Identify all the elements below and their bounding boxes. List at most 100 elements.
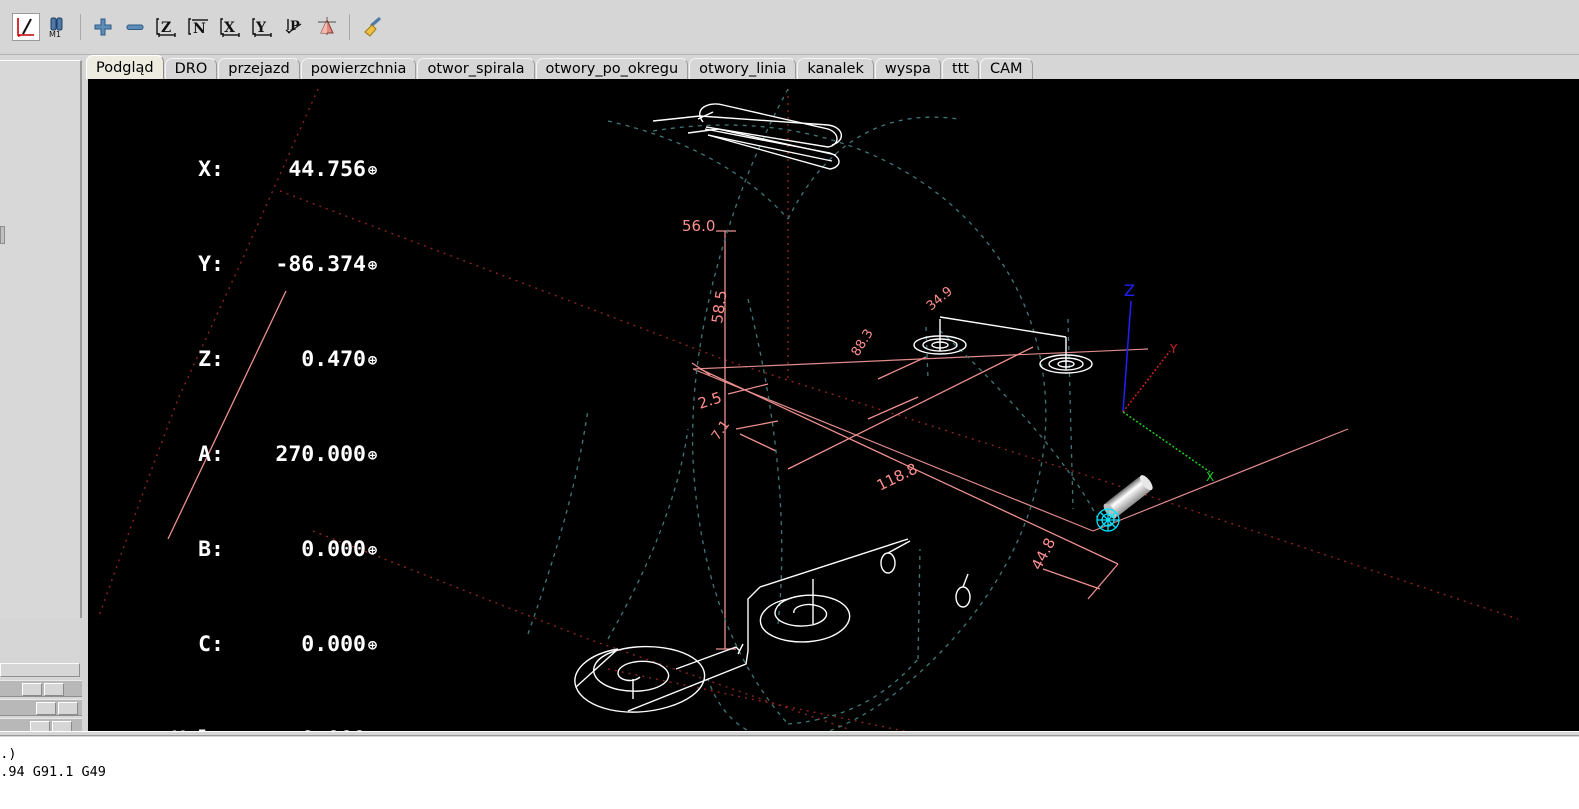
- dro-axis-value: 0.000: [224, 724, 366, 731]
- dim-34-9-label: 34.9: [924, 284, 956, 314]
- dro-axis-label: C:: [198, 632, 224, 657]
- dro-origin-marker-icon: ⊕: [368, 541, 378, 559]
- main-toolbar: M1 Z N X Y P: [0, 0, 1579, 55]
- dro-readout: X: 44.756 ⊕ Y: -86.374 ⊕ Z: 0.470 ⊕ A: 2…: [128, 92, 384, 731]
- dro-origin-marker-icon: ⊕: [368, 446, 378, 464]
- svg-text:Z: Z: [161, 20, 171, 36]
- view-y-button[interactable]: Y: [249, 13, 277, 41]
- dro-axis-value: 270.000: [275, 442, 366, 467]
- axis-z-icon: Z: [155, 16, 179, 38]
- status-separator: [0, 731, 1579, 736]
- dro-axis-value: 44.756: [288, 157, 366, 182]
- gizmo-y-label: Y: [1169, 342, 1178, 356]
- zoom-out-button[interactable]: [121, 13, 149, 41]
- tab-dro[interactable]: DRO: [164, 58, 218, 79]
- axis-x-icon: X: [219, 16, 243, 38]
- dro-axis-value: 0.470: [301, 347, 366, 372]
- part-outline: [787, 548, 921, 725]
- dro-axis-label: B:: [198, 537, 224, 562]
- tab-otwory-linia[interactable]: otwory_linia: [689, 58, 797, 79]
- feed-moves: [574, 103, 1093, 713]
- axis-p-icon: P: [283, 16, 307, 38]
- dimension-labels: 56.0 58.5 2.5 88.3 34.9 118.8 44.8 7.1: [682, 217, 1059, 573]
- tab-otwory-po-okregu[interactable]: otwory_po_okregu: [535, 58, 689, 79]
- tab-podglad[interactable]: Podgląd: [86, 55, 164, 79]
- dro-origin-marker-icon: ⊕: [368, 636, 378, 654]
- program-list-pane[interactable]: [0, 60, 82, 618]
- svg-text:X: X: [224, 20, 235, 36]
- gcode-preview-canvas[interactable]: 56.0 58.5 2.5 88.3 34.9 118.8 44.8 7.1 Z…: [88, 79, 1579, 731]
- dro-origin-marker-icon: ⊕: [368, 256, 378, 274]
- dro-axis-label: Y:: [198, 252, 224, 277]
- dro-row-vel: Vel: 0.000: [128, 724, 384, 731]
- dro-row-c: C: 0.000 ⊕: [128, 629, 384, 662]
- control-button[interactable]: [44, 683, 64, 696]
- dim-58-5-label: 58.5: [708, 289, 730, 325]
- dim-88-3-label: 88.3: [849, 327, 877, 360]
- dim-118-8-label: 118.8: [874, 460, 920, 495]
- control-row[interactable]: [0, 680, 82, 697]
- tab-wyspa[interactable]: wyspa: [874, 58, 941, 79]
- svg-text:N: N: [193, 21, 206, 37]
- zoom-in-button[interactable]: [89, 13, 117, 41]
- tab-ttt[interactable]: ttt: [941, 58, 979, 79]
- view-z-button[interactable]: Z: [153, 13, 181, 41]
- control-row[interactable]: [0, 699, 82, 716]
- gcode-active-lines: ...) ...94 G91.1 G49: [0, 745, 106, 781]
- tab-kanalek[interactable]: kanalek: [797, 58, 874, 79]
- dro-row-x: X: 44.756 ⊕: [128, 154, 384, 187]
- dim-44-8-label: 44.8: [1028, 535, 1060, 573]
- view-perspective-button[interactable]: P: [281, 13, 309, 41]
- dro-axis-label: X:: [198, 157, 224, 182]
- dro-axis-label: Vel:: [128, 724, 224, 731]
- dro-row-y: Y: -86.374 ⊕: [128, 249, 384, 282]
- tab-powierzchnia[interactable]: powierzchnia: [300, 58, 417, 79]
- tab-otwor-spirala[interactable]: otwor_spirala: [417, 58, 535, 79]
- toggle-tool-cone-button[interactable]: [313, 13, 341, 41]
- pane-resize-handle[interactable]: [0, 226, 5, 244]
- gcode-status-area[interactable]: ...) ...94 G91.1 G49: [0, 737, 1579, 809]
- tab-cam[interactable]: CAM: [980, 58, 1033, 79]
- axis-z-rotated-icon: N: [187, 16, 211, 38]
- program-view-icon: [15, 16, 37, 38]
- plus-icon: [92, 16, 114, 38]
- dro-origin-marker-icon: ⊕: [368, 161, 378, 179]
- gcode-line-2: ...94 G91.1 G49: [0, 764, 106, 780]
- svg-text:Y: Y: [255, 20, 267, 36]
- left-side-panel: [0, 55, 84, 773]
- svg-text:M1: M1: [49, 30, 61, 38]
- dro-row-z: Z: 0.470 ⊕: [128, 344, 384, 377]
- tool-offsets-button[interactable]: M1: [44, 13, 72, 41]
- gizmo-z-label: Z: [1124, 281, 1135, 300]
- dim-7-1-label: 7.1: [709, 418, 733, 444]
- toggle-program-view-button[interactable]: [12, 13, 40, 41]
- tool-cone-icon: [315, 16, 339, 38]
- tool-m1-icon: M1: [47, 16, 69, 38]
- dro-axis-value: 0.000: [301, 632, 366, 657]
- view-z-rotated-button[interactable]: N: [185, 13, 213, 41]
- view-x-button[interactable]: X: [217, 13, 245, 41]
- svg-text:P: P: [290, 19, 300, 34]
- gizmo-x-label: X: [1206, 470, 1214, 484]
- dro-axis-value: -86.374: [275, 252, 366, 277]
- clear-backplot-button[interactable]: [358, 13, 386, 41]
- axis-orientation-gizmo: Z Y X: [1122, 281, 1214, 484]
- tab-przejazd[interactable]: przejazd: [218, 58, 300, 79]
- axis-y-icon: Y: [251, 16, 275, 38]
- dro-axis-value: 0.000: [301, 537, 366, 562]
- dro-axis-label: Z:: [198, 347, 224, 372]
- dro-origin-marker-icon: ⊕: [368, 351, 378, 369]
- broom-icon: [360, 16, 384, 38]
- dim-2-5-label: 2.5: [696, 388, 724, 412]
- control-button[interactable]: [36, 702, 56, 715]
- toolbar-separator-2: [349, 14, 350, 40]
- rapid-moves: [527, 88, 1099, 731]
- control-button[interactable]: [22, 683, 42, 696]
- dro-row-a: A: 270.000 ⊕: [128, 439, 384, 472]
- dim-56-0-label: 56.0: [682, 217, 715, 235]
- minus-icon: [124, 16, 146, 38]
- tab-bar: Podgląd DRO przejazd powierzchnia otwor_…: [86, 55, 1579, 79]
- dro-axis-label: A:: [198, 442, 224, 467]
- gcode-line-1: ...): [0, 746, 17, 762]
- control-button[interactable]: [58, 702, 78, 715]
